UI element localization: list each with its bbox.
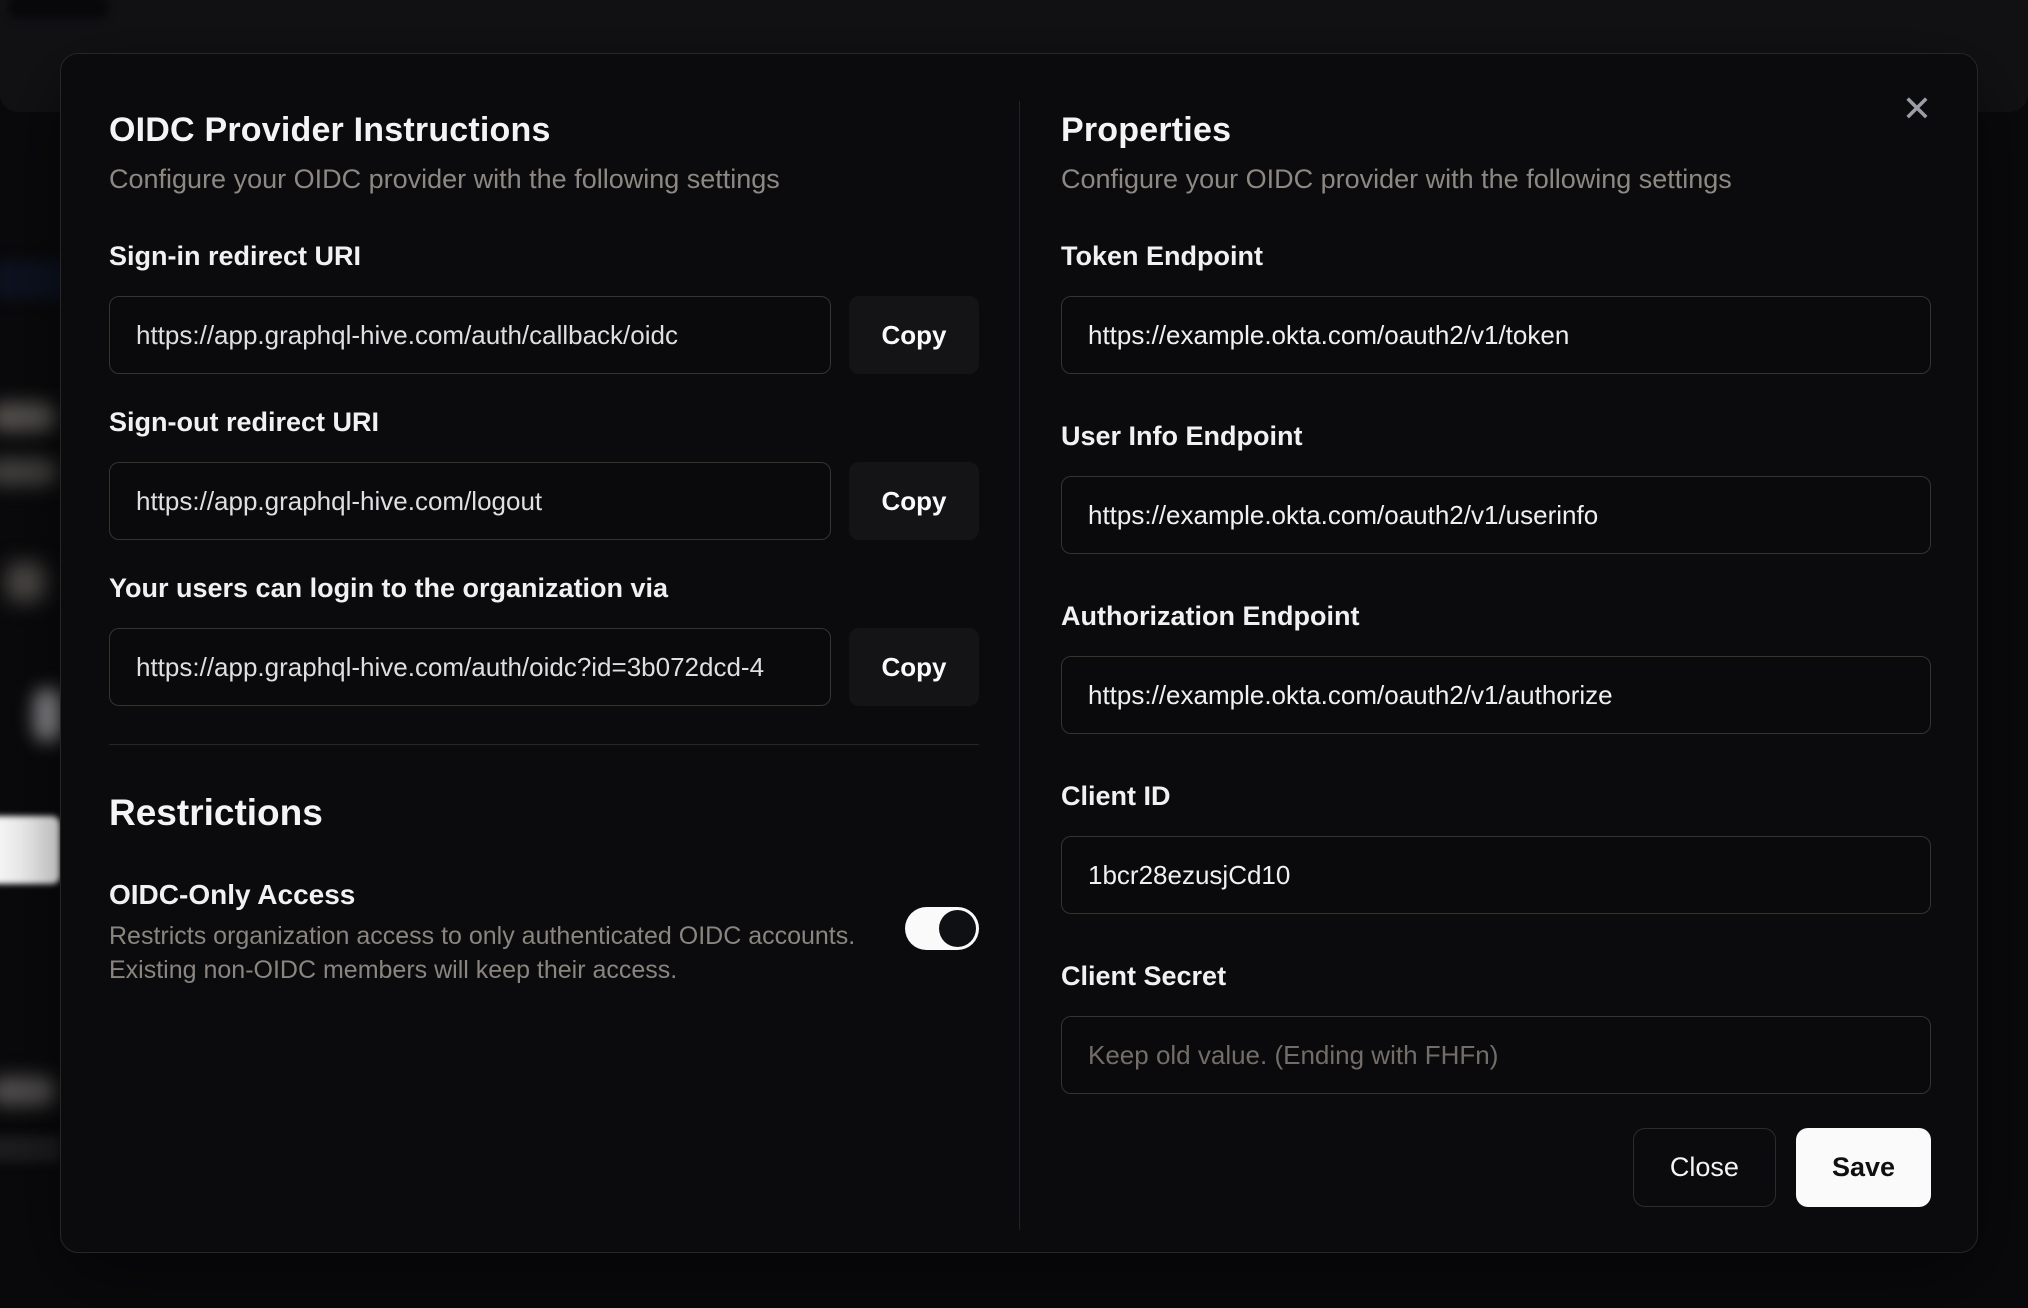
authorization-endpoint-label: Authorization Endpoint bbox=[1061, 601, 1360, 631]
description-line: Existing non-OIDC members will keep thei… bbox=[109, 956, 678, 984]
oidc-settings-dialog: ✕ OIDC Provider Instructions Configure y… bbox=[60, 53, 1978, 1253]
token-endpoint-input[interactable] bbox=[1061, 296, 1931, 374]
org-login-uri-row: Copy bbox=[109, 628, 979, 706]
sign-out-redirect-uri-input[interactable] bbox=[109, 462, 831, 540]
restrictions-title: Restrictions bbox=[109, 792, 323, 833]
client-secret-row bbox=[1061, 1016, 1931, 1094]
background-blur-element bbox=[0, 1076, 56, 1106]
authorization-endpoint-row bbox=[1061, 656, 1931, 734]
background-blur-element bbox=[0, 1136, 62, 1162]
properties-title: Properties bbox=[1061, 111, 1232, 149]
token-endpoint-row bbox=[1061, 296, 1931, 374]
token-endpoint-label: Token Endpoint bbox=[1061, 241, 1263, 271]
client-id-row bbox=[1061, 836, 1931, 914]
background-blur-element bbox=[0, 402, 56, 432]
instructions-column: OIDC Provider Instructions Configure you… bbox=[109, 102, 979, 987]
save-button[interactable]: Save bbox=[1795, 1128, 1931, 1207]
user-info-endpoint-row bbox=[1061, 476, 1931, 554]
description-line: Restricts organization access to only au… bbox=[109, 922, 856, 950]
sign-out-redirect-uri-row: Copy bbox=[109, 462, 979, 540]
client-id-label: Client ID bbox=[1061, 781, 1171, 811]
oidc-only-access-label: OIDC-Only Access bbox=[109, 879, 356, 910]
copy-org-login-uri-button[interactable]: Copy bbox=[849, 628, 979, 706]
instructions-subtitle: Configure your OIDC provider with the fo… bbox=[109, 164, 780, 194]
sign-out-redirect-uri-label: Sign-out redirect URI bbox=[109, 407, 380, 437]
authorization-endpoint-input[interactable] bbox=[1061, 656, 1931, 734]
oidc-only-access-toggle[interactable] bbox=[905, 907, 979, 950]
background-blur-element bbox=[0, 458, 58, 486]
section-divider bbox=[109, 744, 979, 745]
client-id-input[interactable] bbox=[1061, 836, 1931, 914]
background-blur-element bbox=[6, 562, 46, 602]
sign-in-redirect-uri-row: Copy bbox=[109, 296, 979, 374]
org-login-uri-label: Your users can login to the organization… bbox=[109, 573, 669, 603]
client-secret-input[interactable] bbox=[1061, 1016, 1931, 1094]
oidc-only-access-texts: OIDC-Only Access Restricts organization … bbox=[109, 879, 905, 987]
close-button[interactable]: Close bbox=[1632, 1128, 1776, 1207]
sign-in-redirect-uri-label: Sign-in redirect URI bbox=[109, 241, 362, 271]
oidc-only-access-description: Restricts organization access to only au… bbox=[109, 919, 865, 987]
column-divider bbox=[1019, 101, 1020, 1230]
background-blur-element bbox=[34, 688, 62, 742]
oidc-only-access-row: OIDC-Only Access Restricts organization … bbox=[109, 879, 979, 987]
dialog-actions: Close Save bbox=[1061, 1128, 1931, 1207]
background-blur-element bbox=[0, 816, 60, 884]
copy-sign-in-uri-button[interactable]: Copy bbox=[849, 296, 979, 374]
properties-subtitle: Configure your OIDC provider with the fo… bbox=[1061, 164, 1732, 194]
copy-sign-out-uri-button[interactable]: Copy bbox=[849, 462, 979, 540]
user-info-endpoint-label: User Info Endpoint bbox=[1061, 421, 1303, 451]
instructions-title: OIDC Provider Instructions bbox=[109, 111, 551, 149]
background-blur-element bbox=[8, 0, 108, 18]
sign-in-redirect-uri-input[interactable] bbox=[109, 296, 831, 374]
client-secret-label: Client Secret bbox=[1061, 961, 1227, 991]
org-login-uri-input[interactable] bbox=[109, 628, 831, 706]
toggle-thumb bbox=[939, 910, 976, 947]
properties-column: Properties Configure your OIDC provider … bbox=[1061, 102, 1931, 1207]
user-info-endpoint-input[interactable] bbox=[1061, 476, 1931, 554]
